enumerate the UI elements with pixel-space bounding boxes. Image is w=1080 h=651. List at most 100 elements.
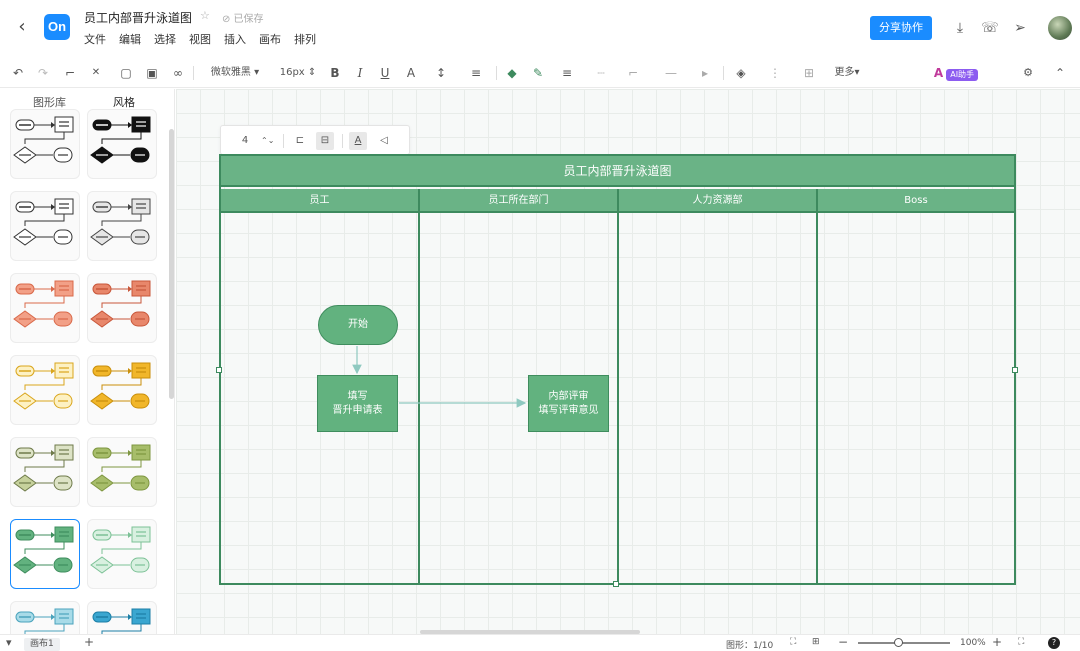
- fill-color-icon[interactable]: ◆: [504, 64, 520, 82]
- share-button[interactable]: 分享协作: [870, 16, 932, 40]
- connector-icon[interactable]: ⌐: [622, 64, 644, 82]
- undo-icon[interactable]: ↶: [10, 64, 26, 82]
- style-preset-card[interactable]: [10, 191, 80, 261]
- font-size-select[interactable]: 16px ⇕: [277, 64, 319, 82]
- style-preset-thumbnail: [13, 116, 74, 164]
- fill-form-node[interactable]: 填写 晋升申请表: [317, 375, 398, 432]
- align-left-icon[interactable]: ⊏: [291, 132, 309, 150]
- arrow-icon[interactable]: ▸: [696, 64, 714, 82]
- minimap-icon[interactable]: ⊞: [812, 637, 820, 647]
- style-preset-card[interactable]: [10, 437, 80, 507]
- style-preset-thumbnail: [13, 280, 74, 328]
- bold-icon[interactable]: B: [328, 64, 342, 82]
- italic-icon[interactable]: I: [353, 64, 367, 82]
- menu-select[interactable]: 选择: [154, 31, 176, 47]
- start-node[interactable]: 开始: [318, 305, 398, 345]
- canvas[interactable]: 4 ⌃⌄ ⊏ ⊟ A ◁ 员工内部晋升泳道图 员工 员工所在部门 人力资源部 B…: [176, 89, 1080, 634]
- style-preset-card[interactable]: [10, 355, 80, 425]
- download-icon[interactable]: ⤓: [950, 18, 970, 38]
- app-logo[interactable]: On: [44, 14, 70, 40]
- page-list-icon[interactable]: ▾: [6, 636, 12, 649]
- back-icon[interactable]: ‹: [12, 16, 32, 38]
- layers-icon[interactable]: ◈: [732, 64, 750, 82]
- align-center-icon[interactable]: ⊟: [316, 132, 334, 150]
- zoom-in-button[interactable]: +: [992, 635, 1002, 649]
- shape-icon[interactable]: ▢: [118, 64, 134, 82]
- image-icon[interactable]: ▣: [144, 64, 160, 82]
- resize-handle-left[interactable]: [216, 367, 222, 373]
- resize-handle-bottom[interactable]: [613, 581, 619, 587]
- style-preset-card[interactable]: [87, 355, 157, 425]
- style-preset-card[interactable]: [87, 273, 157, 343]
- help-icon[interactable]: ?: [1048, 637, 1060, 649]
- swimlane-pool[interactable]: 员工内部晋升泳道图 员工 员工所在部门 人力资源部 Boss 开始 填写 晋升申…: [219, 154, 1016, 585]
- style-preset-card[interactable]: [10, 273, 80, 343]
- tab-shape-library[interactable]: 图形库: [33, 94, 66, 110]
- line-style-icon[interactable]: ≡: [556, 64, 578, 82]
- menu-edit[interactable]: 编辑: [119, 31, 141, 47]
- style-preset-card[interactable]: [87, 437, 157, 507]
- fill-form-line-2: 晋升申请表: [332, 404, 383, 416]
- style-preset-thumbnail: [90, 198, 151, 246]
- menu-arrange[interactable]: 排列: [294, 31, 316, 47]
- line-color-icon[interactable]: ✎: [530, 64, 546, 82]
- more-menu[interactable]: 更多▾: [832, 64, 862, 82]
- fullscreen-icon[interactable]: ⛶: [1018, 637, 1024, 647]
- star-icon[interactable]: ☆: [200, 9, 210, 22]
- underline-icon[interactable]: U: [378, 64, 392, 82]
- avatar[interactable]: [1048, 16, 1072, 40]
- style-preset-thumbnail: [90, 444, 151, 492]
- add-page-button[interactable]: +: [84, 635, 94, 649]
- zoom-out-button[interactable]: −: [838, 635, 848, 649]
- page-tab[interactable]: 画布1: [24, 638, 60, 651]
- connectors: [352, 346, 527, 408]
- redo-icon[interactable]: ↷: [35, 64, 51, 82]
- font-family-select[interactable]: 微软雅黑 ▾: [205, 64, 265, 82]
- arrange-icon[interactable]: ⋮: [766, 64, 784, 82]
- style-preset-card[interactable]: [87, 601, 157, 634]
- collapse-icon[interactable]: ⌃: [1052, 64, 1068, 82]
- panel-scrollbar[interactable]: [169, 129, 174, 399]
- text-style-icon[interactable]: A: [349, 132, 367, 150]
- style-preset-card[interactable]: [87, 109, 157, 179]
- font-family-value: 微软雅黑: [210, 67, 251, 78]
- fill-form-line-1: 填写: [347, 390, 368, 402]
- phone-icon[interactable]: ☏: [980, 18, 1000, 38]
- send-icon[interactable]: ➢: [1010, 18, 1030, 38]
- style-preset-card[interactable]: [87, 519, 157, 589]
- canvas-scrollbar[interactable]: [420, 630, 640, 634]
- table-icon[interactable]: ⊞: [800, 64, 818, 82]
- menu-canvas[interactable]: 画布: [259, 31, 281, 47]
- line-end-icon[interactable]: —: [658, 64, 684, 82]
- saved-status: ⊘ 已保存: [222, 14, 264, 25]
- tab-style[interactable]: 风格: [113, 94, 135, 110]
- ai-assistant-button[interactable]: A AI助手: [930, 64, 982, 82]
- zoom-slider[interactable]: [858, 642, 950, 644]
- doc-title[interactable]: 员工内部晋升泳道图: [84, 9, 192, 26]
- zoom-level[interactable]: 100%: [960, 638, 986, 648]
- resize-handle-right[interactable]: [1012, 367, 1018, 373]
- fit-icon[interactable]: ⛶: [790, 637, 796, 647]
- line-height-icon[interactable]: ↕: [430, 64, 452, 82]
- clear-format-icon[interactable]: ✕: [88, 64, 104, 82]
- review-line-2: 填写评审意见: [538, 404, 599, 416]
- zoom-slider-handle[interactable]: [894, 638, 903, 647]
- dash-style-icon[interactable]: ┈: [590, 64, 612, 82]
- stepper-icon[interactable]: ⌃⌄: [261, 132, 274, 150]
- lane-count-value[interactable]: 4: [239, 132, 251, 150]
- text-direction-icon[interactable]: ◁: [375, 132, 393, 150]
- style-preset-card[interactable]: [10, 109, 80, 179]
- style-preset-card[interactable]: [10, 519, 80, 589]
- style-preset-card[interactable]: [10, 601, 80, 634]
- link-icon[interactable]: ∞: [170, 64, 186, 82]
- menu-file[interactable]: 文件: [84, 31, 106, 47]
- format-painter-icon[interactable]: ⌐: [62, 64, 78, 82]
- text-align-icon[interactable]: ≡: [465, 64, 487, 82]
- menu-insert[interactable]: 插入: [224, 31, 246, 47]
- font-color-icon[interactable]: A: [404, 64, 418, 82]
- review-node[interactable]: 内部评审 填写评审意见: [528, 375, 609, 432]
- menu-view[interactable]: 视图: [189, 31, 211, 47]
- settings-icon[interactable]: ⚙: [1020, 64, 1036, 82]
- style-preset-card[interactable]: [87, 191, 157, 261]
- status-bar: ▾ 画布1 + 图形：1/10 ⛶ ⊞ − 100% + ⛶ ?: [0, 630, 1080, 651]
